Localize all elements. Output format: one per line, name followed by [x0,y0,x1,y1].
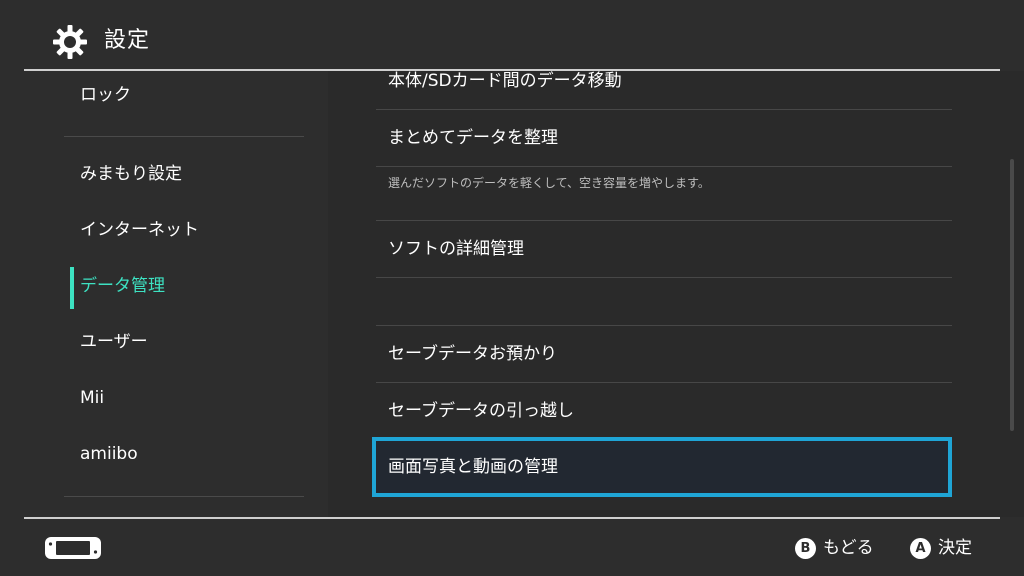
main-panel: 本体/SDカード間のデータ移動 まとめてデータを整理 選んだソフトのデータを軽く… [328,71,1024,517]
list-item-save-data-cloud[interactable]: セーブデータお預かり [376,326,952,382]
sidebar-item-label: Mii [80,388,105,408]
sidebar-item-amiibo[interactable]: amiibo [64,430,304,482]
sidebar-divider [64,496,304,497]
list-item-organize-data[interactable]: まとめてデータを整理 [376,110,952,166]
list-item-move-data[interactable]: 本体/SDカード間のデータ移動 [376,71,952,109]
list-item-transfer-save-data[interactable]: セーブデータの引っ越し [376,383,952,437]
gear-icon [53,25,87,59]
sidebar-item-label: みまもり設定 [80,164,182,184]
list-item-software-management[interactable]: ソフトの詳細管理 [376,221,952,277]
a-button-icon: A [910,537,931,559]
sidebar-divider [64,136,304,137]
sidebar-item-label: ユーザー [80,332,148,352]
list-item-label: 本体/SDカード間のデータ移動 [388,71,622,91]
sidebar-item-label: ロック [80,85,131,105]
header: 設定 [0,0,1024,70]
footer: B もどる A 決定 [0,519,1024,576]
list-item-label: 画面写真と動画の管理 [388,457,558,477]
console-icon [45,537,101,559]
sidebar-item-parental-controls[interactable]: みまもり設定 [64,150,304,202]
list-item-description: 選んだソフトのデータを軽くして、空き容量を増やします。 [388,176,710,190]
active-indicator [70,267,74,309]
b-button-icon: B [795,537,816,559]
list-divider [376,277,952,278]
sidebar-item-internet[interactable]: インターネット [64,206,304,258]
sidebar-item-data-management[interactable]: データ管理 [64,262,304,314]
back-label: もどる [823,538,874,558]
confirm-hint[interactable]: A 決定 [910,537,972,559]
list-divider [376,166,952,167]
sidebar-item-mii[interactable]: Mii [64,374,304,426]
sidebar-item-label: インターネット [80,220,199,240]
sidebar-item-users[interactable]: ユーザー [64,318,304,370]
scrollbar[interactable] [1010,159,1014,431]
back-hint[interactable]: B もどる [795,537,874,559]
sidebar-item-lock[interactable]: ロック [64,71,304,123]
sidebar-item-label: データ管理 [80,276,165,296]
sidebar-item-label: amiibo [80,444,138,464]
page-title: 設定 [104,28,151,53]
settings-screen: 設定 ロック みまもり設定 インターネット データ管理 ユーザー Mii ami… [0,0,1024,576]
list-item-label: セーブデータお預かり [388,344,557,364]
confirm-label: 決定 [938,538,972,558]
list-item-label: ソフトの詳細管理 [388,239,524,259]
list-item-screenshots-videos[interactable]: 画面写真と動画の管理 [372,437,952,497]
list-item-label: まとめてデータを整理 [388,128,558,148]
list-item-label: セーブデータの引っ越し [388,401,574,421]
sidebar: ロック みまもり設定 インターネット データ管理 ユーザー Mii amiibo [0,71,328,517]
